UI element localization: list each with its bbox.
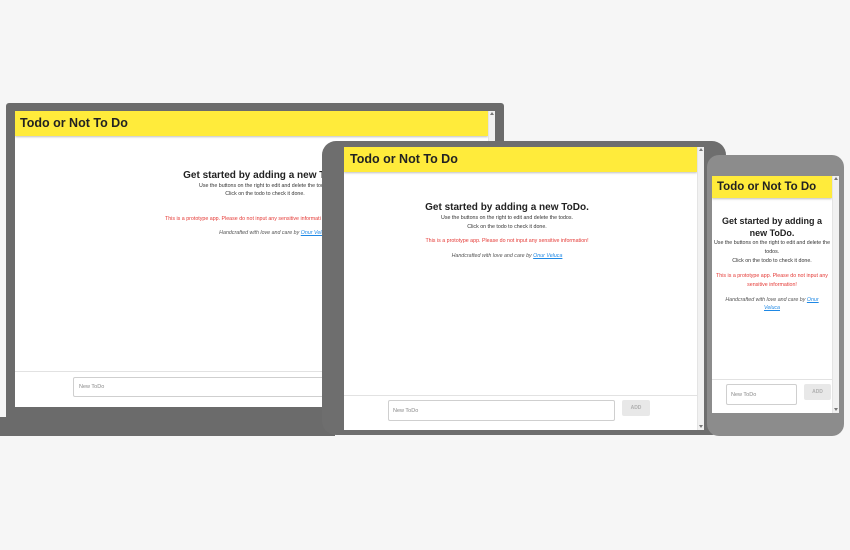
warning-text: This is a prototype app. Please do not i… [716,273,828,288]
add-button[interactable]: ADD [622,400,650,416]
welcome-panel: Get started by adding a new ToDo. Use th… [392,202,622,259]
app-header: Todo or Not To Do [15,111,488,136]
new-todo-placeholder: New ToDo [79,384,105,390]
new-todo-input[interactable]: New ToDo [388,400,615,421]
help-line-1: Use the buttons on the right to edit and… [713,240,831,255]
welcome-heading: Get started by adding a new ToDo. [425,202,589,213]
scroll-up-icon[interactable] [699,148,703,151]
new-todo-placeholder: New ToDo [731,392,757,398]
new-todo-placeholder: New ToDo [393,408,419,414]
help-line-2: Click on the todo to check it done. [732,258,812,264]
scroll-down-icon[interactable] [699,425,703,428]
help-line-1: Use the buttons on the right to edit and… [441,215,573,221]
app-title: Todo or Not To Do [717,181,817,193]
credit-text: Handcrafted with love and care by Onur V… [713,296,831,312]
welcome-panel: Get started by adding a new ToDo. Use th… [713,215,831,312]
scroll-up-icon[interactable] [490,112,494,115]
tablet-screen: Todo or Not To Do Get started by adding … [344,147,704,430]
warning-text: This is a prototype app. Please do not i… [425,238,589,244]
add-button[interactable]: ADD [804,384,831,400]
credit-prefix: Handcrafted with love and care by [725,297,806,303]
todo-form: New ToDo ADD [344,395,697,430]
credit-text: Handcrafted with love and care by Onur V… [392,253,622,259]
scroll-up-icon[interactable] [834,177,838,180]
app-header: Todo or Not To Do [712,176,832,198]
app-title: Todo or Not To Do [350,152,458,166]
app-header: Todo or Not To Do [344,147,697,172]
scrollbar[interactable] [832,176,839,413]
laptop-base [0,417,335,436]
credit-wrap: Handcrafted with love and care by Onur V… [165,221,330,239]
author-link[interactable]: Onur Veluca [533,253,562,259]
welcome-heading: Get started by adding a new ToDo. [721,216,823,238]
help-line-2: Click on the todo to check it done. [467,224,547,230]
scroll-down-icon[interactable] [834,408,838,411]
credit-text: Handcrafted with love and care by Onur V… [219,230,330,236]
phone-screen: Todo or Not To Do Get started by adding … [712,176,839,413]
scrollbar[interactable] [697,147,704,430]
new-todo-input[interactable]: New ToDo [73,377,333,397]
new-todo-input[interactable]: New ToDo [726,384,797,405]
credit-prefix: Handcrafted with love and care by [219,230,300,236]
credit-prefix: Handcrafted with love and care by [451,253,532,259]
app-title: Todo or Not To Do [20,116,128,130]
todo-form: New ToDo ADD [712,379,832,413]
